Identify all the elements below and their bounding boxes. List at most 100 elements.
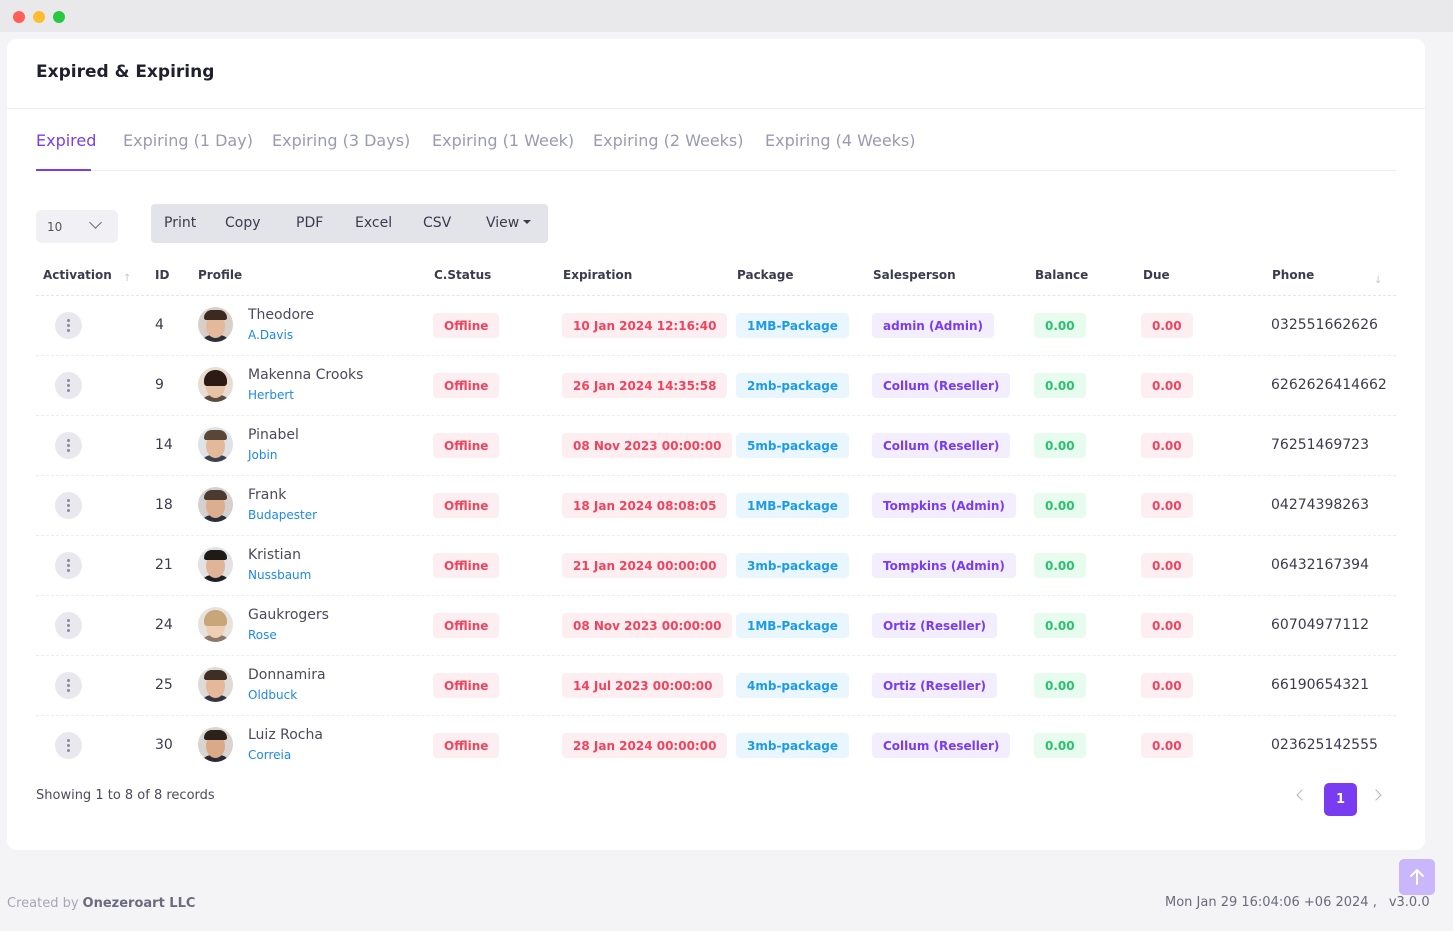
sort-desc-icon[interactable]: ↓ [1374, 275, 1382, 286]
pagination-page-1[interactable]: 1 [1324, 783, 1357, 816]
column-header-phone[interactable]: Phone [1272, 268, 1314, 282]
profile-username-link[interactable]: Nussbaum [248, 568, 311, 582]
package-badge: 5mb-package [736, 433, 850, 458]
cell-id: 14 [155, 437, 173, 453]
due-badge: 0.00 [1141, 553, 1193, 578]
chevron-down-icon [89, 216, 102, 229]
table-row: 24 Gaukrogers Rose Offline 08 Nov 2023 0… [36, 596, 1396, 656]
column-header-package[interactable]: Package [737, 268, 794, 282]
column-header-cstatus[interactable]: C.Status [434, 268, 491, 282]
tab-expiring-1-day[interactable]: Expiring (1 Day) [123, 131, 253, 150]
avatar [198, 307, 233, 342]
page-length-select[interactable]: 10 [36, 210, 118, 243]
footer-datetime: Mon Jan 29 16:04:06 +06 2024 , [1165, 895, 1377, 910]
scroll-to-top-button[interactable] [1399, 859, 1435, 895]
tabs-divider [36, 170, 1396, 171]
cell-id: 21 [155, 557, 173, 573]
profile-username-link[interactable]: Jobin [248, 448, 277, 462]
row-actions-button[interactable] [55, 612, 82, 639]
row-actions-button[interactable] [55, 492, 82, 519]
close-window-button[interactable] [13, 11, 25, 23]
avatar [198, 427, 233, 462]
column-header-salesperson[interactable]: Salesperson [873, 268, 956, 282]
footer-company-link[interactable]: Onezeroart LLC [83, 896, 196, 911]
avatar [198, 547, 233, 582]
chevron-right-icon[interactable] [1370, 789, 1382, 801]
due-badge: 0.00 [1141, 433, 1193, 458]
expiration-badge: 08 Nov 2023 00:00:00 [562, 613, 733, 638]
column-header-due[interactable]: Due [1143, 268, 1170, 282]
maximize-window-button[interactable] [53, 11, 65, 23]
cell-phone: 66190654321 [1271, 677, 1369, 693]
salesperson-badge: Tompkins (Admin) [872, 553, 1016, 578]
profile-name: Makenna Crooks [248, 367, 364, 383]
profile-username-link[interactable]: Budapester [248, 508, 317, 522]
row-actions-button[interactable] [55, 372, 82, 399]
cell-phone: 60704977112 [1271, 617, 1369, 633]
status-badge: Offline [433, 493, 500, 518]
print-button[interactable]: Print [164, 215, 196, 231]
tab-expired[interactable]: Expired [36, 131, 96, 150]
status-badge: Offline [433, 553, 500, 578]
card-header-divider [7, 108, 1425, 109]
tab-expiring-4-weeks[interactable]: Expiring (4 Weeks) [765, 131, 916, 150]
table-row: 4 Theodore A.Davis Offline 10 Jan 2024 1… [36, 296, 1396, 356]
profile-name: Frank [248, 487, 287, 503]
status-badge: Offline [433, 373, 500, 398]
row-actions-button[interactable] [55, 732, 82, 759]
salesperson-badge: Ortiz (Reseller) [872, 673, 998, 698]
tab-expiring-3-days[interactable]: Expiring (3 Days) [272, 131, 410, 150]
sort-asc-icon[interactable]: ↑ [123, 273, 131, 284]
view-dropdown-button[interactable]: View [486, 215, 532, 231]
cell-phone: 06432167394 [1271, 557, 1369, 573]
profile-name: Pinabel [248, 427, 299, 443]
profile-username-link[interactable]: Rose [248, 628, 277, 642]
balance-badge: 0.00 [1034, 493, 1086, 518]
view-label: View [486, 215, 520, 231]
column-header-activation[interactable]: Activation [43, 268, 112, 282]
avatar [198, 727, 233, 762]
copy-button[interactable]: Copy [225, 215, 261, 231]
tab-expiring-1-week[interactable]: Expiring (1 Week) [432, 131, 574, 150]
due-badge: 0.00 [1141, 733, 1193, 758]
salesperson-badge: Collum (Reseller) [872, 433, 1011, 458]
balance-badge: 0.00 [1034, 613, 1086, 638]
table-row: 21 Kristian Nussbaum Offline 21 Jan 2024… [36, 536, 1396, 596]
cell-id: 9 [155, 377, 164, 393]
cell-id: 25 [155, 677, 173, 693]
cell-id: 18 [155, 497, 173, 513]
csv-button[interactable]: CSV [423, 215, 451, 231]
profile-name: Gaukrogers [248, 607, 329, 623]
balance-badge: 0.00 [1034, 373, 1086, 398]
table-row: 9 Makenna Crooks Herbert Offline 26 Jan … [36, 356, 1396, 416]
table-row: 18 Frank Budapester Offline 18 Jan 2024 … [36, 476, 1396, 536]
cell-phone: 76251469723 [1271, 437, 1369, 453]
excel-button[interactable]: Excel [355, 215, 392, 231]
tab-expiring-2-weeks[interactable]: Expiring (2 Weeks) [593, 131, 744, 150]
row-actions-button[interactable] [55, 432, 82, 459]
records-info: Showing 1 to 8 of 8 records [36, 788, 215, 803]
row-actions-button[interactable] [55, 552, 82, 579]
expired-expiring-card: Expired & Expiring Expired Expiring (1 D… [7, 39, 1425, 850]
caret-down-icon [523, 220, 532, 224]
profile-username-link[interactable]: Herbert [248, 388, 294, 402]
minimize-window-button[interactable] [33, 11, 45, 23]
pdf-button[interactable]: PDF [296, 215, 323, 231]
column-header-balance[interactable]: Balance [1035, 268, 1088, 282]
chevron-left-icon[interactable] [1296, 789, 1308, 801]
row-actions-button[interactable] [55, 672, 82, 699]
column-header-profile[interactable]: Profile [198, 268, 242, 282]
package-badge: 3mb-package [736, 553, 850, 578]
column-header-expiration[interactable]: Expiration [563, 268, 632, 282]
profile-name: Donnamira [248, 667, 326, 683]
profile-username-link[interactable]: Correia [248, 748, 291, 762]
salesperson-badge: Collum (Reseller) [872, 733, 1011, 758]
profile-username-link[interactable]: A.Davis [248, 328, 293, 342]
balance-badge: 0.00 [1034, 733, 1086, 758]
avatar [198, 667, 233, 702]
column-header-id[interactable]: ID [155, 268, 169, 282]
profile-username-link[interactable]: Oldbuck [248, 688, 297, 702]
due-badge: 0.00 [1141, 493, 1193, 518]
cell-phone: 023625142555 [1271, 737, 1378, 753]
row-actions-button[interactable] [55, 312, 82, 339]
